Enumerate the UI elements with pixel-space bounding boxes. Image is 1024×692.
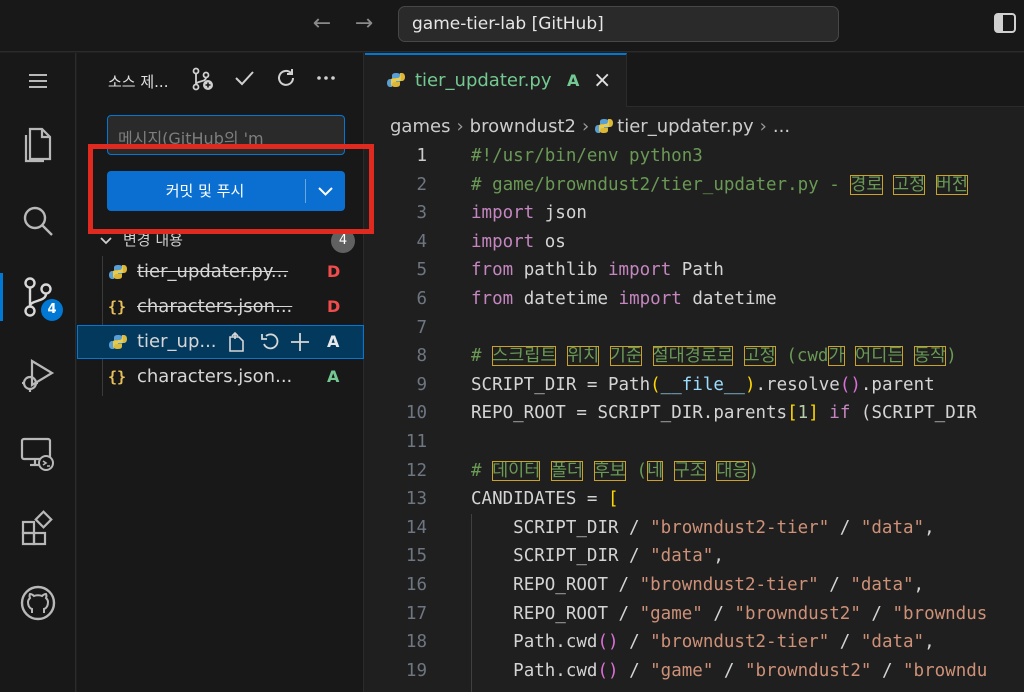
- file-name: tier_updater.py...: [137, 261, 289, 282]
- chevron-right-icon: ›: [759, 116, 767, 137]
- menu-icon[interactable]: [0, 53, 76, 109]
- command-center-search[interactable]: game-tier-lab [GitHub]: [398, 6, 839, 42]
- file-status: D: [327, 262, 341, 281]
- search-icon[interactable]: [0, 193, 76, 249]
- code-line: 4 import os: [416, 231, 566, 252]
- activity-bar: 4: [0, 53, 76, 692]
- code-line: 2 # game/browndust2/tier_updater.py - 경로 …: [416, 174, 968, 195]
- code-line: 8 # 스크립트 위치 기준 절대경로로 고정 (cwd가 어디든 동작): [416, 346, 957, 367]
- file-status: D: [327, 297, 341, 316]
- breadcrumb-item[interactable]: ...: [773, 113, 790, 141]
- explorer-files-icon[interactable]: [0, 115, 76, 171]
- breadcrumb: games › browndust2 › tier_updater.py ›...: [390, 113, 790, 141]
- python-icon: [109, 335, 127, 349]
- code-line: 17 REPO_ROOT / "game" / "browndust2" / "…: [405, 603, 988, 624]
- file-name: tier_up...: [137, 331, 217, 352]
- changed-file-row[interactable]: tier_up... A: [77, 325, 364, 359]
- chevron-down-icon: [100, 237, 112, 245]
- back-arrow-icon[interactable]: ←: [310, 12, 334, 36]
- run-debug-icon[interactable]: [0, 347, 76, 403]
- python-icon: [595, 115, 617, 133]
- code-line: 18 Path.cwd() / "browndust2-tier" / "dat…: [405, 632, 935, 653]
- discard-changes-icon[interactable]: [259, 331, 281, 353]
- tab-status: A: [567, 71, 580, 90]
- editor-tab-bar: tier_updater.py A ×: [365, 53, 1024, 107]
- remote-explorer-icon[interactable]: [0, 425, 76, 481]
- breadcrumb-item[interactable]: games: [390, 113, 450, 141]
- changed-file-row[interactable]: {} characters.json... A: [77, 360, 364, 394]
- refresh-icon[interactable]: [273, 67, 299, 93]
- file-name: characters.json...: [137, 296, 293, 317]
- chevron-right-icon: ›: [581, 116, 590, 137]
- tab-tier-updater[interactable]: tier_updater.py A ×: [365, 53, 627, 107]
- code-editor[interactable]: 1 #!/usr/bin/env python3 2 # game/browndus…: [365, 142, 1024, 692]
- open-file-icon[interactable]: [225, 331, 247, 353]
- code-line: 9 SCRIPT_DIR = Path(__file__).resolve().p…: [416, 374, 935, 395]
- more-actions-icon[interactable]: [313, 67, 339, 93]
- stage-changes-icon[interactable]: [289, 331, 311, 353]
- tab-label: tier_updater.py: [415, 70, 552, 91]
- code-line: 5 from pathlib import Path: [416, 260, 724, 281]
- sidebar-title: 소스 제...: [108, 73, 169, 91]
- close-icon[interactable]: ×: [593, 55, 611, 107]
- title-bar: ← → game-tier-lab [GitHub]: [0, 0, 1024, 52]
- code-line: 1 #!/usr/bin/env python3: [416, 146, 703, 166]
- code-line: 12 # 데이터 폴더 후보 (네 구조 대응): [405, 460, 760, 481]
- code-line: 6 from datetime import datetime: [416, 289, 777, 309]
- commit-check-icon[interactable]: [231, 67, 257, 93]
- file-status: A: [327, 332, 340, 351]
- python-icon: [109, 265, 127, 279]
- toggle-sidebar-icon[interactable]: [994, 13, 1016, 33]
- code-line: 7: [416, 317, 427, 338]
- code-line: 19 Path.cwd() / "game" / "browndust2" / …: [405, 660, 988, 681]
- changed-file-row[interactable]: {} characters.json... D: [77, 290, 364, 324]
- scm-badge: 4: [41, 299, 63, 321]
- code-line: 11: [405, 432, 427, 452]
- forward-arrow-icon[interactable]: →: [352, 12, 376, 36]
- breadcrumb-item[interactable]: tier_updater.py: [617, 113, 754, 141]
- branch-graph-icon[interactable]: [189, 67, 215, 93]
- json-icon: {}: [108, 368, 127, 386]
- annotation-highlight-box: [88, 144, 374, 234]
- file-name: characters.json...: [137, 366, 293, 387]
- code-line: 16 REPO_ROOT / "browndust2-tier" / "data…: [405, 575, 925, 595]
- chevron-right-icon: ›: [456, 116, 464, 137]
- code-line: 14 SCRIPT_DIR / "browndust2-tier" / "dat…: [405, 517, 935, 538]
- breadcrumb-item[interactable]: browndust2: [470, 113, 576, 141]
- github-icon[interactable]: [0, 575, 76, 631]
- code-line: 15 SCRIPT_DIR / "data",: [405, 546, 724, 567]
- source-control-icon[interactable]: 4: [0, 269, 76, 325]
- code-line: 10 REPO_ROOT = SCRIPT_DIR.parents[1] if (…: [405, 403, 977, 424]
- code-line: 13 CANDIDATES = [: [405, 489, 619, 510]
- code-line: 3 import json: [416, 203, 587, 224]
- indent-guide: [471, 514, 472, 692]
- changed-file-row[interactable]: tier_updater.py... D: [77, 255, 364, 289]
- json-icon: {}: [108, 298, 127, 316]
- extensions-icon[interactable]: [0, 501, 76, 557]
- python-icon: [387, 73, 405, 87]
- file-status: A: [327, 367, 340, 386]
